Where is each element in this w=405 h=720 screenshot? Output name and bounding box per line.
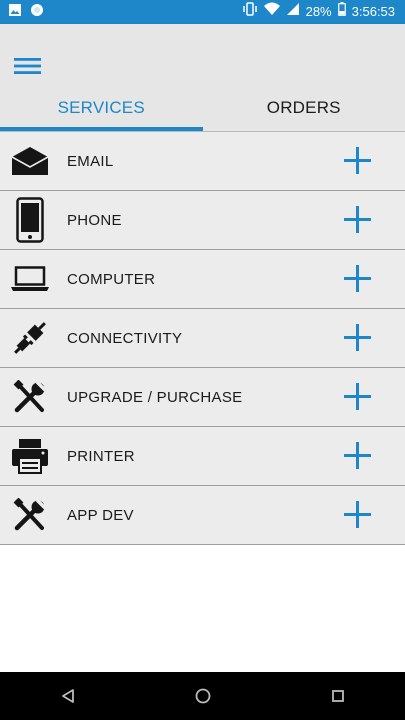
- add-icon[interactable]: [344, 147, 371, 174]
- add-icon[interactable]: [344, 383, 371, 410]
- tools-icon: [10, 492, 50, 538]
- printer-icon: [10, 433, 50, 479]
- add-icon[interactable]: [344, 206, 371, 233]
- add-icon[interactable]: [344, 265, 371, 292]
- service-row-app-dev[interactable]: APP DEV: [0, 486, 405, 545]
- hamburger-menu-icon[interactable]: [14, 54, 42, 78]
- service-label: EMAIL: [67, 152, 114, 170]
- back-icon[interactable]: [53, 681, 83, 711]
- navigation-bar: [0, 672, 405, 720]
- status-bar: 28% 3:56:53: [0, 0, 405, 24]
- wifi-icon: [263, 0, 280, 24]
- service-row-phone[interactable]: PHONE: [0, 191, 405, 250]
- tab-bar: SERVICES ORDERS: [0, 84, 405, 131]
- service-row-upgrade-purchase[interactable]: UPGRADE / PURCHASE: [0, 368, 405, 427]
- tab-services[interactable]: SERVICES: [0, 84, 203, 131]
- clock: 3:56:53: [351, 4, 395, 19]
- service-row-email[interactable]: EMAIL: [0, 132, 405, 191]
- service-row-printer[interactable]: PRINTER: [0, 427, 405, 486]
- tab-services-label: SERVICES: [57, 97, 145, 117]
- laptop-icon: [10, 256, 50, 302]
- add-icon[interactable]: [344, 442, 371, 469]
- home-icon[interactable]: [188, 681, 218, 711]
- battery-icon: [337, 0, 346, 24]
- tools-icon: [10, 374, 50, 420]
- service-row-computer[interactable]: COMPUTER: [0, 250, 405, 309]
- phone-icon: [10, 197, 50, 243]
- battery-percent: 28%: [305, 4, 332, 19]
- service-label: COMPUTER: [67, 270, 156, 288]
- plug-icon: [10, 315, 50, 361]
- tab-orders[interactable]: ORDERS: [203, 84, 405, 131]
- service-label: PRINTER: [67, 447, 135, 465]
- service-label: PHONE: [67, 211, 122, 229]
- add-icon[interactable]: [344, 501, 371, 528]
- service-label: CONNECTIVITY: [67, 329, 183, 347]
- envelope-icon: [10, 138, 50, 184]
- service-label: UPGRADE / PURCHASE: [67, 388, 243, 406]
- add-icon[interactable]: [344, 324, 371, 351]
- signal-icon: [286, 0, 300, 24]
- circle-notification-icon: [30, 3, 44, 22]
- tab-orders-label: ORDERS: [266, 97, 341, 117]
- vibrate-icon: [242, 0, 258, 24]
- app-bar: SERVICES ORDERS: [0, 24, 405, 131]
- service-label: APP DEV: [67, 506, 134, 524]
- services-list: EMAIL PHONE COMPUTER CONNECTIVITY UPGRAD…: [0, 131, 405, 545]
- service-row-connectivity[interactable]: CONNECTIVITY: [0, 309, 405, 368]
- image-icon: [8, 3, 22, 22]
- recents-icon[interactable]: [323, 681, 353, 711]
